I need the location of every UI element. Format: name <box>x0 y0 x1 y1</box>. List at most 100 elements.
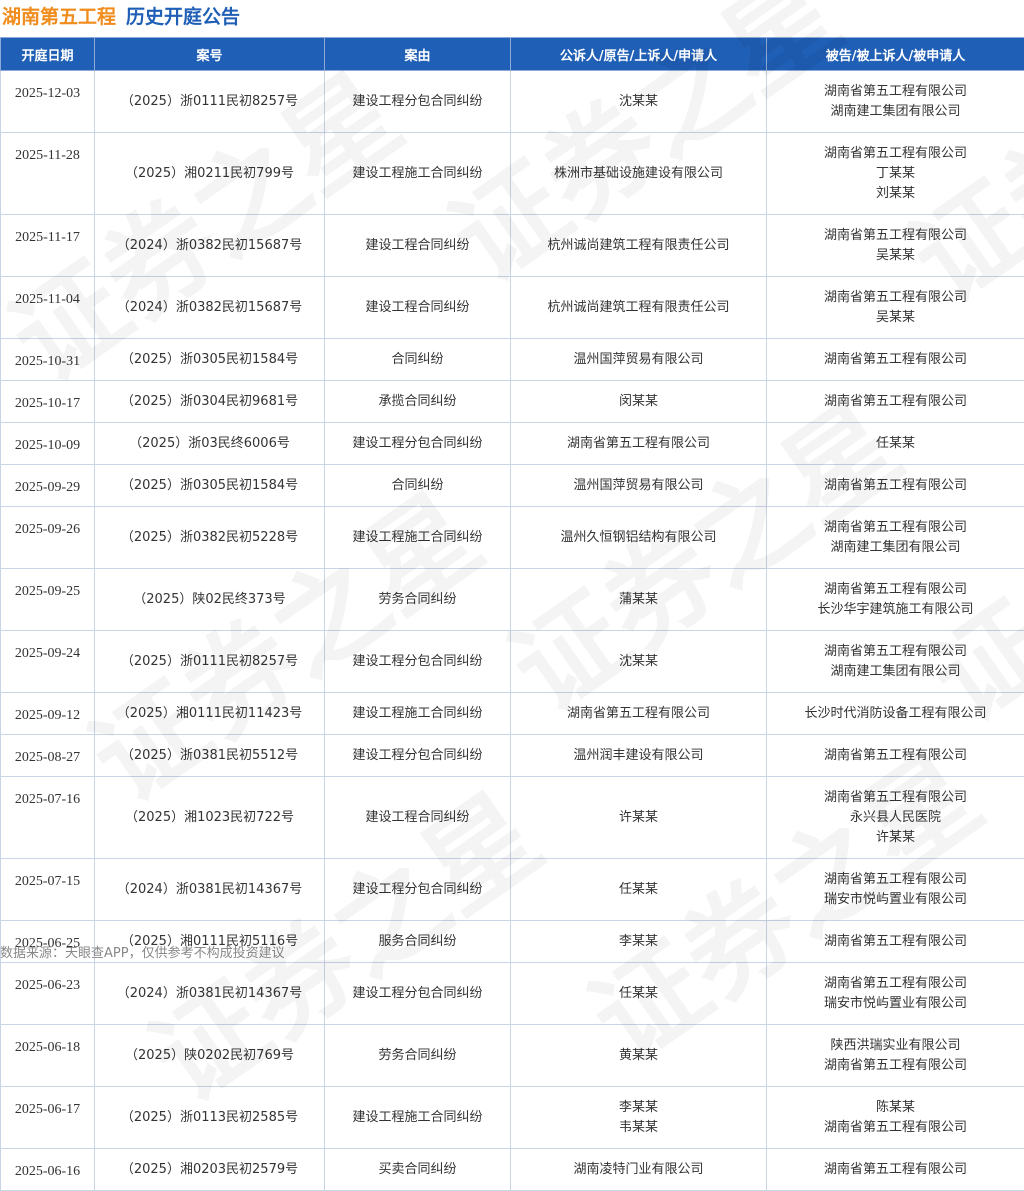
cell-plaintiff-entry: 黄某某 <box>513 1046 764 1066</box>
table-row: 2025-06-18（2025）陕0202民初769号劳务合同纠纷黄某某陕西洪瑞… <box>1 1025 1024 1087</box>
cell-defendant: 湖南省第五工程有限公司 <box>767 381 1024 423</box>
table-row: 2025-12-03（2025）浙0111民初8257号建设工程分包合同纠纷沈某… <box>1 71 1024 133</box>
cell-plaintiff: 蒲某某 <box>511 569 767 631</box>
cell-defendant-entry: 湖南建工集团有限公司 <box>769 538 1022 558</box>
cell-plaintiff-entry: 温州久恒钢铝结构有限公司 <box>513 528 764 548</box>
cell-plaintiff-entry: 许某某 <box>513 808 764 828</box>
cell-defendant: 任某某 <box>767 423 1024 465</box>
cell-defendant-entry: 吴某某 <box>769 246 1022 266</box>
page-title: 湖南第五工程历史开庭公告 <box>0 0 1024 32</box>
cell-date: 2025-11-17 <box>1 215 95 277</box>
cell-plaintiff: 任某某 <box>511 963 767 1025</box>
cell-cause: 合同纠纷 <box>325 339 511 381</box>
cell-cause: 买卖合同纠纷 <box>325 1149 511 1191</box>
table-header-row: 开庭日期 案号 案由 公诉人/原告/上诉人/申请人 被告/被上诉人/被申请人 <box>1 38 1024 71</box>
table-body: 2025-12-03（2025）浙0111民初8257号建设工程分包合同纠纷沈某… <box>1 71 1024 1191</box>
cell-plaintiff-entry: 株洲市基础设施建设有限公司 <box>513 164 764 184</box>
cell-case-no: （2025）浙0304民初9681号 <box>95 381 325 423</box>
cell-defendant-entry: 湖南省第五工程有限公司 <box>769 350 1022 370</box>
cell-defendant-entry: 刘某某 <box>769 184 1022 204</box>
cell-plaintiff: 湖南省第五工程有限公司 <box>511 423 767 465</box>
cell-date: 2025-10-09 <box>1 423 95 465</box>
cell-case-no: （2025）湘0111民初11423号 <box>95 693 325 735</box>
cell-cause: 建设工程分包合同纠纷 <box>325 735 511 777</box>
table-row: 2025-06-16（2025）湘0203民初2579号买卖合同纠纷湖南凌特门业… <box>1 1149 1024 1191</box>
cell-defendant: 湖南省第五工程有限公司 <box>767 921 1024 963</box>
table-row: 2025-11-04（2024）浙0382民初15687号建设工程合同纠纷杭州诚… <box>1 277 1024 339</box>
cell-plaintiff: 沈某某 <box>511 631 767 693</box>
cell-defendant: 湖南省第五工程有限公司 <box>767 339 1024 381</box>
cell-cause: 建设工程分包合同纠纷 <box>325 423 511 465</box>
cell-plaintiff-entry: 韦某某 <box>513 1118 764 1138</box>
cell-defendant-entry: 任某某 <box>769 434 1022 454</box>
cell-case-no: （2025）浙0111民初8257号 <box>95 71 325 133</box>
cell-case-no: （2024）浙0381民初14367号 <box>95 963 325 1025</box>
cell-defendant: 湖南省第五工程有限公司 <box>767 735 1024 777</box>
cell-plaintiff-entry: 温州国萍贸易有限公司 <box>513 350 764 370</box>
cell-case-no: （2024）浙0382民初15687号 <box>95 215 325 277</box>
cell-defendant: 湖南省第五工程有限公司湖南建工集团有限公司 <box>767 631 1024 693</box>
cell-cause: 承揽合同纠纷 <box>325 381 511 423</box>
table-row: 2025-06-17（2025）浙0113民初2585号建设工程施工合同纠纷李某… <box>1 1087 1024 1149</box>
cell-date: 2025-12-03 <box>1 71 95 133</box>
cell-plaintiff: 湖南凌特门业有限公司 <box>511 1149 767 1191</box>
cell-plaintiff-entry: 闵某某 <box>513 392 764 412</box>
cell-plaintiff-entry: 李某某 <box>513 932 764 952</box>
cell-case-no: （2025）浙0111民初8257号 <box>95 631 325 693</box>
column-header-defendant: 被告/被上诉人/被申请人 <box>767 38 1024 71</box>
cell-plaintiff: 湖南省第五工程有限公司 <box>511 693 767 735</box>
cell-plaintiff-entry: 湖南省第五工程有限公司 <box>513 704 764 724</box>
cell-defendant: 湖南省第五工程有限公司吴某某 <box>767 215 1024 277</box>
cell-case-no: （2025）陕02民终373号 <box>95 569 325 631</box>
cell-plaintiff: 任某某 <box>511 859 767 921</box>
cell-plaintiff: 株洲市基础设施建设有限公司 <box>511 133 767 215</box>
cell-defendant: 湖南省第五工程有限公司湖南建工集团有限公司 <box>767 71 1024 133</box>
cell-plaintiff: 杭州诚尚建筑工程有限责任公司 <box>511 277 767 339</box>
section-title: 历史开庭公告 <box>126 6 240 28</box>
cell-defendant: 陕西洪瑞实业有限公司湖南省第五工程有限公司 <box>767 1025 1024 1087</box>
cell-plaintiff: 黄某某 <box>511 1025 767 1087</box>
cell-defendant-entry: 湖南省第五工程有限公司 <box>769 518 1022 538</box>
cell-defendant-entry: 湖南省第五工程有限公司 <box>769 288 1022 308</box>
cell-date: 2025-08-27 <box>1 735 95 777</box>
cell-defendant-entry: 湖南省第五工程有限公司 <box>769 580 1022 600</box>
cell-plaintiff: 温州国萍贸易有限公司 <box>511 339 767 381</box>
cell-date: 2025-06-23 <box>1 963 95 1025</box>
cell-plaintiff: 温州国萍贸易有限公司 <box>511 465 767 507</box>
cell-date: 2025-11-04 <box>1 277 95 339</box>
cell-plaintiff-entry: 任某某 <box>513 984 764 1004</box>
cell-defendant-entry: 丁某某 <box>769 164 1022 184</box>
cell-defendant-entry: 湖南省第五工程有限公司 <box>769 1118 1022 1138</box>
cell-case-no: （2025）湘1023民初722号 <box>95 777 325 859</box>
cell-date: 2025-09-29 <box>1 465 95 507</box>
cell-date: 2025-09-25 <box>1 569 95 631</box>
table-row: 2025-09-29（2025）浙0305民初1584号合同纠纷温州国萍贸易有限… <box>1 465 1024 507</box>
court-hearing-table: 开庭日期 案号 案由 公诉人/原告/上诉人/申请人 被告/被上诉人/被申请人 2… <box>0 37 1024 1191</box>
cell-plaintiff-entry: 沈某某 <box>513 92 764 112</box>
cell-defendant: 湖南省第五工程有限公司瑞安市悦屿置业有限公司 <box>767 963 1024 1025</box>
table-row: 2025-09-25（2025）陕02民终373号劳务合同纠纷蒲某某湖南省第五工… <box>1 569 1024 631</box>
cell-plaintiff-entry: 湖南凌特门业有限公司 <box>513 1160 764 1180</box>
table-row: 2025-09-12（2025）湘0111民初11423号建设工程施工合同纠纷湖… <box>1 693 1024 735</box>
cell-defendant-entry: 永兴县人民医院 <box>769 808 1022 828</box>
cell-plaintiff-entry: 温州国萍贸易有限公司 <box>513 476 764 496</box>
table-row: 2025-11-17（2024）浙0382民初15687号建设工程合同纠纷杭州诚… <box>1 215 1024 277</box>
cell-defendant: 湖南省第五工程有限公司长沙华宇建筑施工有限公司 <box>767 569 1024 631</box>
cell-defendant-entry: 湖南省第五工程有限公司 <box>769 226 1022 246</box>
cell-defendant-entry: 吴某某 <box>769 308 1022 328</box>
cell-case-no: （2025）浙0305民初1584号 <box>95 339 325 381</box>
cell-plaintiff-entry: 沈某某 <box>513 652 764 672</box>
cell-case-no: （2025）浙0381民初5512号 <box>95 735 325 777</box>
cell-defendant-entry: 湖南省第五工程有限公司 <box>769 144 1022 164</box>
cell-plaintiff: 沈某某 <box>511 71 767 133</box>
cell-cause: 建设工程施工合同纠纷 <box>325 693 511 735</box>
cell-defendant-entry: 许某某 <box>769 828 1022 848</box>
cell-plaintiff: 温州润丰建设有限公司 <box>511 735 767 777</box>
data-source-note: 数据来源：天眼查APP，仅供参考不构成投资建议 <box>0 942 285 961</box>
cell-plaintiff-entry: 李某某 <box>513 1098 764 1118</box>
cell-case-no: （2025）浙0113民初2585号 <box>95 1087 325 1149</box>
cell-cause: 劳务合同纠纷 <box>325 569 511 631</box>
cell-case-no: （2025）陕0202民初769号 <box>95 1025 325 1087</box>
cell-case-no: （2025）浙0382民初5228号 <box>95 507 325 569</box>
cell-defendant: 湖南省第五工程有限公司 <box>767 1149 1024 1191</box>
